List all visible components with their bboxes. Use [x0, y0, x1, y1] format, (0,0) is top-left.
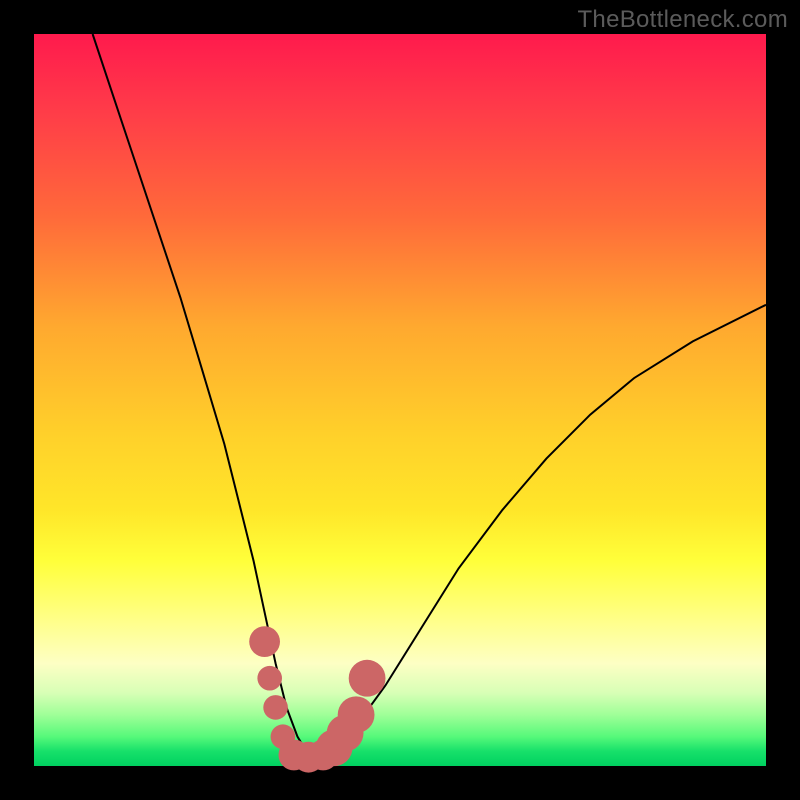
curve-marker [249, 626, 280, 657]
bottleneck-curve [93, 34, 766, 755]
curve-svg [34, 34, 766, 766]
curve-marker [338, 696, 375, 733]
curve-marker [263, 695, 288, 720]
plot-area [34, 34, 766, 766]
curve-marker [349, 660, 386, 697]
curve-marker [257, 666, 282, 691]
curve-markers [249, 626, 385, 772]
watermark-text: TheBottleneck.com [577, 6, 788, 34]
chart-frame: TheBottleneck.com [0, 0, 800, 800]
